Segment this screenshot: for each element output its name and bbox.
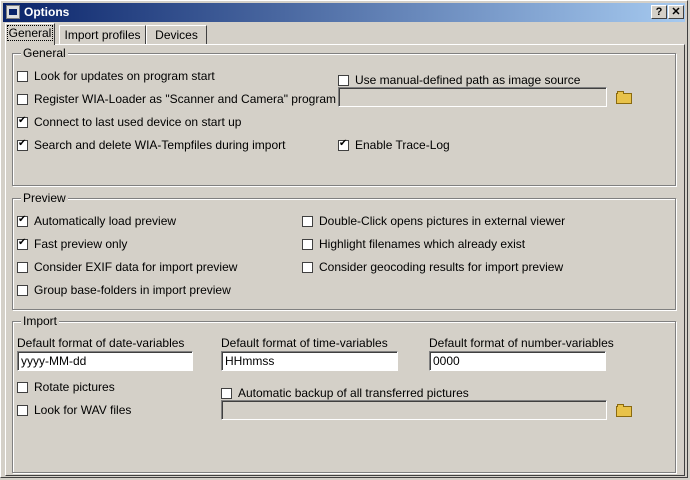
general-legend: General [21,46,68,60]
checkbox-box[interactable] [17,237,28,250]
checkbox-box[interactable] [17,70,28,82]
checkbox-box[interactable] [17,214,28,227]
checkbox-box[interactable] [17,261,28,273]
checkbox-box[interactable] [338,138,349,151]
checkbox-box[interactable] [17,284,28,296]
checkbox-box[interactable] [17,404,28,416]
checkbox-box[interactable] [221,387,232,399]
folder-icon[interactable] [616,404,634,418]
folder-icon[interactable] [616,91,634,105]
fast-preview-checkbox[interactable]: Fast preview only [17,237,127,251]
close-button[interactable]: ✕ [668,5,684,19]
import-group: Import Default format of date-variables … [12,314,676,473]
preview-group: Preview Automatically load preview Fast … [12,191,676,310]
wav-checkbox[interactable]: Look for WAV files [17,403,131,417]
geocoding-checkbox[interactable]: Consider geocoding results for import pr… [302,260,563,274]
number-format-input[interactable]: 0000 [429,351,606,371]
register-wia-checkbox[interactable]: Register WIA-Loader as "Scanner and Came… [17,92,336,106]
checkbox-box[interactable] [17,93,28,105]
rotate-checkbox[interactable]: Rotate pictures [17,380,115,394]
group-base-checkbox[interactable]: Group base-folders in import preview [17,283,231,297]
preview-legend: Preview [21,191,68,205]
tab-panel-general: General Look for updates on program star… [5,44,685,476]
help-button[interactable]: ? [651,5,667,19]
double-click-checkbox[interactable]: Double-Click opens pictures in external … [302,214,565,228]
manual-path-checkbox[interactable]: Use manual-defined path as image source [338,73,580,87]
checkbox-box[interactable] [17,381,28,393]
checkbox-box[interactable] [302,215,313,227]
checkbox-box[interactable] [302,261,313,273]
options-window: Options ? ✕ General Import profiles Devi… [0,0,688,478]
look-updates-checkbox[interactable]: Look for updates on program start [17,69,215,83]
number-format-label: Default format of number-variables [429,336,614,350]
trace-log-checkbox[interactable]: Enable Trace-Log [338,138,450,152]
checkbox-box[interactable] [17,138,28,151]
backup-path-input[interactable] [221,400,607,420]
highlight-checkbox[interactable]: Highlight filenames which already exist [302,237,525,251]
title-bar: Options ? ✕ [3,3,685,22]
import-legend: Import [21,314,60,328]
checkbox-box[interactable] [302,238,313,250]
tab-general[interactable]: General [5,23,55,45]
window-title: Options [24,5,70,19]
checkbox-box[interactable] [338,74,349,86]
general-group: General Look for updates on program star… [12,46,676,186]
tab-import-profiles[interactable]: Import profiles [59,25,146,44]
backup-checkbox[interactable]: Automatic backup of all transferred pict… [221,386,469,400]
tab-devices[interactable]: Devices [146,25,207,44]
checkbox-box[interactable] [17,115,28,128]
search-delete-checkbox[interactable]: Search and delete WIA-Tempfiles during i… [17,138,285,152]
manual-path-input[interactable] [338,87,607,107]
app-icon [6,5,20,19]
date-format-label: Default format of date-variables [17,336,185,350]
exif-checkbox[interactable]: Consider EXIF data for import preview [17,260,237,274]
connect-last-checkbox[interactable]: Connect to last used device on start up [17,115,241,129]
auto-load-checkbox[interactable]: Automatically load preview [17,214,176,228]
time-format-label: Default format of time-variables [221,336,388,350]
date-format-input[interactable]: yyyy-MM-dd [17,351,193,371]
time-format-input[interactable]: HHmmss [221,351,398,371]
